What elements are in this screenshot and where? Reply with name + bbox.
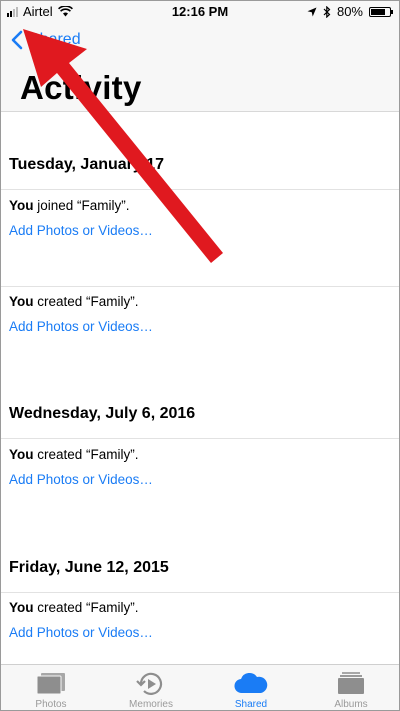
activity-list: Tuesday, January 17 You joined “Family”.… (1, 112, 399, 664)
back-button[interactable]: Shared (11, 30, 81, 50)
chevron-left-icon (11, 30, 23, 50)
navigation-header: Shared Activity (1, 21, 399, 112)
add-photos-link[interactable]: Add Photos or Videos… (9, 319, 153, 334)
status-bar: Airtel 12:16 PM 80% (1, 1, 399, 21)
divider (1, 592, 399, 593)
activity-item-text: You created “Family”. (9, 294, 139, 309)
activity-description: created “Family”. (33, 447, 139, 462)
tab-label: Photos (35, 699, 67, 710)
tab-bar: Photos Memories Shared Albums (1, 664, 399, 710)
battery-icon (369, 6, 393, 17)
activity-actor: You (9, 294, 34, 309)
location-icon (307, 7, 317, 16)
battery-percent: 80% (336, 4, 363, 19)
page-title: Activity (20, 69, 142, 106)
add-photos-link[interactable]: Add Photos or Videos… (9, 472, 153, 487)
phone-screen: Airtel 12:16 PM 80% Shared Activity Tues… (0, 0, 400, 711)
cloud-icon (234, 671, 268, 700)
activity-description: joined “Family”. (33, 198, 130, 213)
activity-actor: You (9, 447, 34, 462)
activity-item-text: You created “Family”. (9, 447, 139, 462)
tab-memories[interactable]: Memories (101, 665, 201, 710)
tab-label: Albums (334, 699, 368, 710)
divider (1, 286, 399, 287)
divider (1, 438, 399, 439)
back-button-label: Shared (29, 31, 81, 48)
add-photos-link[interactable]: Add Photos or Videos… (9, 625, 153, 640)
bluetooth-icon (323, 5, 331, 18)
add-photos-link[interactable]: Add Photos or Videos… (9, 223, 153, 238)
activity-description: created “Family”. (33, 600, 139, 615)
tab-label: Memories (129, 699, 173, 710)
tab-label: Shared (234, 699, 268, 710)
albums-icon (336, 671, 366, 700)
activity-item-text: You joined “Family”. (9, 198, 130, 213)
date-header: Wednesday, July 6, 2016 (9, 405, 196, 422)
activity-actor: You (9, 600, 34, 615)
divider (1, 189, 399, 190)
activity-item-text: You created “Family”. (9, 600, 139, 615)
date-header: Tuesday, January 17 (9, 156, 165, 173)
memories-icon (136, 671, 166, 702)
tab-albums[interactable]: Albums (301, 665, 399, 710)
date-header: Friday, June 12, 2015 (9, 559, 169, 576)
activity-actor: You (9, 198, 34, 213)
tab-photos[interactable]: Photos (1, 665, 101, 710)
photos-icon (36, 671, 66, 700)
status-right: 80% (307, 4, 393, 19)
activity-description: created “Family”. (33, 294, 139, 309)
tab-shared[interactable]: Shared (201, 665, 301, 710)
